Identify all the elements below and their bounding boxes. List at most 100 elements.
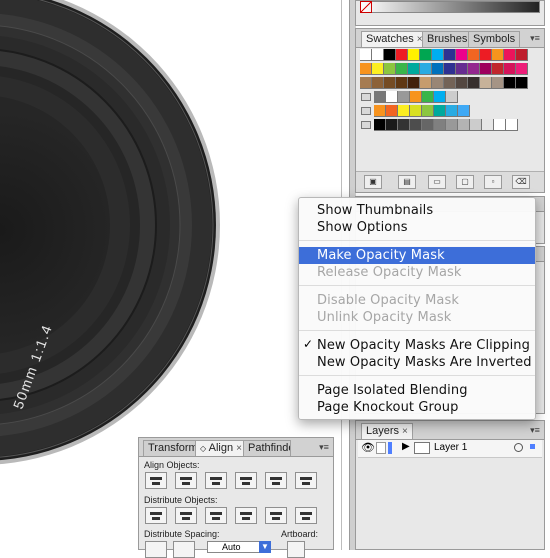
color-swatch[interactable]	[480, 63, 492, 75]
color-swatch[interactable]	[516, 63, 528, 75]
color-swatch[interactable]	[432, 63, 444, 75]
spacing-dropdown-icon[interactable]: ▼	[259, 541, 271, 553]
lock-toggle[interactable]	[376, 442, 386, 454]
color-swatch[interactable]	[516, 77, 528, 89]
eye-icon[interactable]: 👁	[361, 441, 375, 454]
color-swatch[interactable]	[506, 119, 518, 131]
color-swatch[interactable]	[408, 49, 420, 61]
color-swatch[interactable]	[434, 105, 446, 117]
tab-pathfinder[interactable]: Pathfinder	[243, 440, 291, 456]
none-swatch[interactable]	[360, 1, 372, 13]
tab-symbols[interactable]: Symbols	[468, 31, 521, 47]
close-icon[interactable]: ×	[402, 426, 408, 437]
color-swatch[interactable]	[386, 119, 398, 131]
color-swatch[interactable]	[444, 77, 456, 89]
distribute-vertical-center-button[interactable]	[175, 507, 197, 524]
tab-align[interactable]: ◇ Align ×	[195, 440, 247, 456]
color-swatch[interactable]	[456, 49, 468, 61]
color-swatch[interactable]	[492, 49, 504, 61]
color-swatch[interactable]	[446, 105, 458, 117]
panel-menu-icon[interactable]: ▾≡	[528, 32, 542, 44]
color-swatch[interactable]	[374, 119, 386, 131]
menu-item-show-thumbnails[interactable]: Show Thumbnails	[299, 202, 535, 219]
color-swatch[interactable]	[410, 105, 422, 117]
color-swatch[interactable]	[372, 77, 384, 89]
color-swatch[interactable]	[374, 105, 386, 117]
color-swatch[interactable]	[420, 49, 432, 61]
selection-indicator[interactable]	[530, 444, 535, 449]
color-swatch[interactable]	[396, 77, 408, 89]
color-swatch[interactable]	[504, 63, 516, 75]
color-group-folder-icon[interactable]	[361, 93, 371, 101]
distribute-left-button[interactable]	[235, 507, 257, 524]
color-group-folder-icon[interactable]	[361, 121, 371, 129]
color-swatch[interactable]	[444, 63, 456, 75]
color-swatch[interactable]	[360, 77, 372, 89]
color-swatch[interactable]	[492, 77, 504, 89]
color-swatch[interactable]	[398, 105, 410, 117]
color-swatch[interactable]	[386, 91, 398, 103]
show-swatch-kinds-icon[interactable]: ▤	[398, 175, 416, 189]
color-swatch[interactable]	[492, 63, 504, 75]
color-group-folder-icon[interactable]	[361, 107, 371, 115]
color-swatch[interactable]	[384, 77, 396, 89]
color-swatch[interactable]	[372, 63, 384, 75]
menu-item-show-options[interactable]: Show Options	[299, 219, 535, 236]
color-swatch[interactable]	[422, 105, 434, 117]
new-color-group-icon[interactable]: ▢	[456, 175, 474, 189]
menu-item-new-masks-inverted[interactable]: New Opacity Masks Are Inverted	[299, 354, 535, 371]
color-swatch[interactable]	[446, 91, 458, 103]
align-top-button[interactable]	[235, 472, 257, 489]
color-swatch[interactable]	[458, 119, 470, 131]
color-swatch[interactable]	[408, 77, 420, 89]
color-swatch[interactable]	[480, 77, 492, 89]
color-swatch[interactable]	[468, 77, 480, 89]
color-swatch[interactable]	[444, 49, 456, 61]
new-swatch-icon[interactable]: ▫	[484, 175, 502, 189]
color-swatch[interactable]	[516, 49, 528, 61]
color-swatch[interactable]	[410, 91, 422, 103]
color-swatch[interactable]	[422, 119, 434, 131]
align-right-button[interactable]	[205, 472, 227, 489]
align-horizontal-center-button[interactable]	[175, 472, 197, 489]
color-swatch[interactable]	[422, 91, 434, 103]
color-swatch[interactable]	[468, 49, 480, 61]
color-swatch[interactable]	[360, 63, 372, 75]
align-left-button[interactable]	[145, 472, 167, 489]
color-swatch[interactable]	[396, 63, 408, 75]
close-icon[interactable]: ×	[236, 443, 242, 454]
align-bottom-button[interactable]	[295, 472, 317, 489]
color-swatch[interactable]	[408, 63, 420, 75]
panel-menu-icon[interactable]: ▾≡	[528, 424, 542, 436]
color-swatch[interactable]	[480, 49, 492, 61]
swatch-options-icon[interactable]: ▭	[428, 175, 446, 189]
tab-brushes[interactable]: Brushes	[422, 31, 473, 47]
distribute-right-button[interactable]	[295, 507, 317, 524]
menu-item-new-masks-clipping[interactable]: New Opacity Masks Are Clipping	[299, 337, 535, 354]
color-swatch[interactable]	[434, 91, 446, 103]
color-swatch[interactable]	[456, 77, 468, 89]
color-swatch[interactable]	[384, 63, 396, 75]
distribute-bottom-button[interactable]	[205, 507, 227, 524]
color-swatch[interactable]	[384, 49, 396, 61]
color-swatch[interactable]	[432, 77, 444, 89]
color-swatch[interactable]	[372, 49, 384, 61]
tab-swatches[interactable]: Swatches ×	[361, 31, 428, 47]
menu-item-make-opacity-mask[interactable]: Make Opacity Mask	[299, 247, 535, 264]
menu-item-page-knockout-group[interactable]: Page Knockout Group	[299, 399, 535, 416]
panel-menu-icon[interactable]: ▾≡	[317, 441, 331, 453]
color-swatch[interactable]	[504, 77, 516, 89]
tab-transform[interactable]: Transform	[143, 440, 197, 456]
color-swatch[interactable]	[398, 91, 410, 103]
distribute-horizontal-center-button[interactable]	[265, 507, 287, 524]
color-swatch[interactable]	[386, 105, 398, 117]
expand-triangle-icon[interactable]: ▶	[402, 441, 410, 452]
color-swatch[interactable]	[470, 119, 482, 131]
color-swatch[interactable]	[468, 63, 480, 75]
color-swatch[interactable]	[504, 49, 516, 61]
color-swatch[interactable]	[458, 105, 470, 117]
color-swatch[interactable]	[374, 91, 386, 103]
color-swatch[interactable]	[482, 119, 494, 131]
color-swatch[interactable]	[398, 119, 410, 131]
color-swatch[interactable]	[456, 63, 468, 75]
